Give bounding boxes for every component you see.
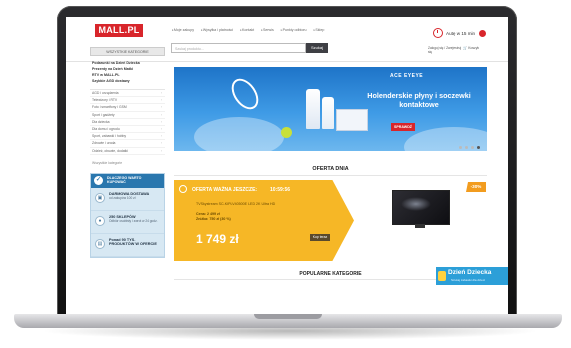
deal-timer-label: OFERTA WAŻNA JESZCZE: [192, 187, 258, 193]
top-nav: Moje zakupy Wysyłka i płatności Kontakt … [172, 28, 325, 32]
category-item[interactable]: Foto i smartfony i GSM [90, 104, 165, 112]
why-buy-item: ▤ Ponad 90 TYS. PRODUKTÓW W OFERCIE [91, 234, 164, 257]
person-icon: ● [95, 215, 105, 226]
deal-old-price: Cena: 2 499 zł Zniżka: 750 zł (30 %) [196, 212, 231, 221]
mall-logo[interactable]: MALL.PL [95, 24, 143, 37]
bag-icon: ▤ [95, 238, 105, 249]
gift-icon [438, 271, 446, 281]
banner-title: Holenderskie płyny i soczewki kontaktowe [367, 91, 471, 109]
why-buy-item: ▣ DARMOWA DOSTAWA od zakupów 100 zł [91, 188, 164, 211]
childrens-day-banner[interactable]: Dzień Dziecka Szukaj zabawki dla dzieci [436, 267, 508, 285]
nav-link[interactable]: Sklep [314, 28, 324, 32]
nav-link[interactable]: Kontakt [240, 28, 254, 32]
hero-banner[interactable]: ACE EYEYE Holenderskie płyny i soczewki … [174, 67, 487, 151]
category-item[interactable]: AGD i urządzenia [90, 90, 165, 98]
carousel-dots [459, 146, 480, 149]
carousel-dot[interactable] [471, 146, 474, 149]
all-categories-button[interactable]: WSZYSTKIE KATEGORIE [90, 47, 165, 56]
delivery-info[interactable]: Autę w 15 min [446, 31, 475, 36]
tv-product-image[interactable] [392, 190, 450, 228]
category-item[interactable]: Odzież, obuwie, dodatki [90, 148, 165, 155]
carousel-dot[interactable] [459, 146, 462, 149]
info-icon: ✓ [94, 175, 103, 185]
why-buy-item-title: 250 SKLEPÓW [109, 214, 136, 219]
timer-icon [179, 185, 187, 193]
deal-section-title: OFERTA DNIA [312, 166, 349, 172]
account-link[interactable]: Zaloguj się / Zarejestruj się [428, 46, 462, 54]
why-buy-item-title: Ponad 90 TYS. PRODUKTÓW W OFERCIE [109, 237, 157, 247]
category-item[interactable]: Zdrowie i uroda [90, 140, 165, 148]
product-bottle-image [306, 89, 320, 129]
racket-image [226, 73, 264, 115]
laptop-screen: MALL.PL Moje zakupy Wysyłka i płatności … [66, 17, 508, 314]
why-buy-item-sub: Odbiór osobisty i zwrot w 24 godz. [109, 219, 158, 224]
search-input[interactable]: Szukaj produktu... [171, 43, 306, 53]
promo-link[interactable]: Szybkie AGD dostawy [92, 78, 165, 84]
tv-screen-glow [401, 197, 431, 211]
why-buy-box: ✓ DLACZEGO WARTO KUPOWAĆ ▣ DARMOWA DOSTA… [90, 172, 165, 258]
why-buy-item-sub: od zakupów 100 zł [109, 196, 136, 201]
banner-brand: ACE EYEYE [390, 73, 424, 79]
why-buy-title: DLACZEGO WARTO KUPOWAĆ [107, 175, 142, 185]
deal-price: 1 749 zł [196, 232, 239, 246]
truck-icon: ▣ [95, 192, 105, 203]
discount-badge: -30% [466, 182, 486, 192]
category-item[interactable]: Telewizory i RTV [90, 97, 165, 105]
buy-now-button[interactable]: Kup teraz [310, 234, 330, 241]
deal-discount-line: Zniżka: 750 zł (30 %) [196, 216, 231, 221]
category-list: AGD i urządzenia Telewizory i RTV Foto i… [90, 89, 165, 155]
divider [174, 175, 487, 176]
childrens-day-title: Dzień Dziecka [448, 269, 492, 276]
category-item[interactable]: Sport, zabawki i hobby [90, 133, 165, 141]
nav-link[interactable]: Serwis [261, 28, 274, 32]
promo-links: Podarunki na Dzień Dziecka Prezenty na D… [90, 60, 165, 84]
search-button[interactable]: Szukaj [306, 43, 328, 53]
clock-icon [433, 28, 443, 38]
category-item[interactable]: Sport i gadżety [90, 112, 165, 119]
nav-link[interactable]: Wysyłka i płatności [201, 28, 233, 32]
sidebar: WSZYSTKIE KATEGORIE Podarunki na Dzień D… [90, 47, 165, 302]
why-buy-item-title: DARMOWA DOSTAWA [109, 191, 150, 196]
product-bottle-image [322, 97, 334, 129]
carousel-dot[interactable] [465, 146, 468, 149]
product-box-image [336, 109, 368, 131]
all-categories-link[interactable]: Wszystkie kategorie [90, 161, 165, 165]
notification-dot [479, 30, 486, 37]
carousel-dot[interactable] [477, 146, 480, 149]
childrens-day-subtitle: Szukaj zabawki dla dzieci [451, 278, 486, 282]
cloud-shape [194, 117, 284, 151]
category-item[interactable]: Dla domu i ogrodu [90, 126, 165, 134]
category-item[interactable]: Dla dziecka [90, 119, 165, 127]
laptop-notch [254, 314, 322, 319]
cart-link[interactable]: 🛒 Koszyk [463, 46, 479, 50]
cart-label: Koszyk [468, 46, 480, 50]
deal-product-name[interactable]: TVSkystream SC-KIPLV40500E LED 2K Ultra … [196, 202, 275, 206]
ball-image [281, 127, 292, 138]
nav-link[interactable]: Punkty odbioru [281, 28, 307, 32]
why-buy-item: ● 250 SKLEPÓW Odbiór osobisty i zwrot w 2… [91, 211, 164, 234]
nav-link[interactable]: Moje zakupy [172, 28, 194, 32]
banner-button[interactable]: SPRAWDŹ [391, 123, 415, 131]
deal-of-the-day[interactable]: OFERTA WAŻNA JESZCZE: 10:59:56 TVSkystre… [174, 180, 354, 261]
why-buy-header: ✓ DLACZEGO WARTO KUPOWAĆ [91, 173, 164, 188]
cart-icon: 🛒 [463, 46, 468, 50]
deal-timer: 10:59:56 [270, 187, 291, 193]
